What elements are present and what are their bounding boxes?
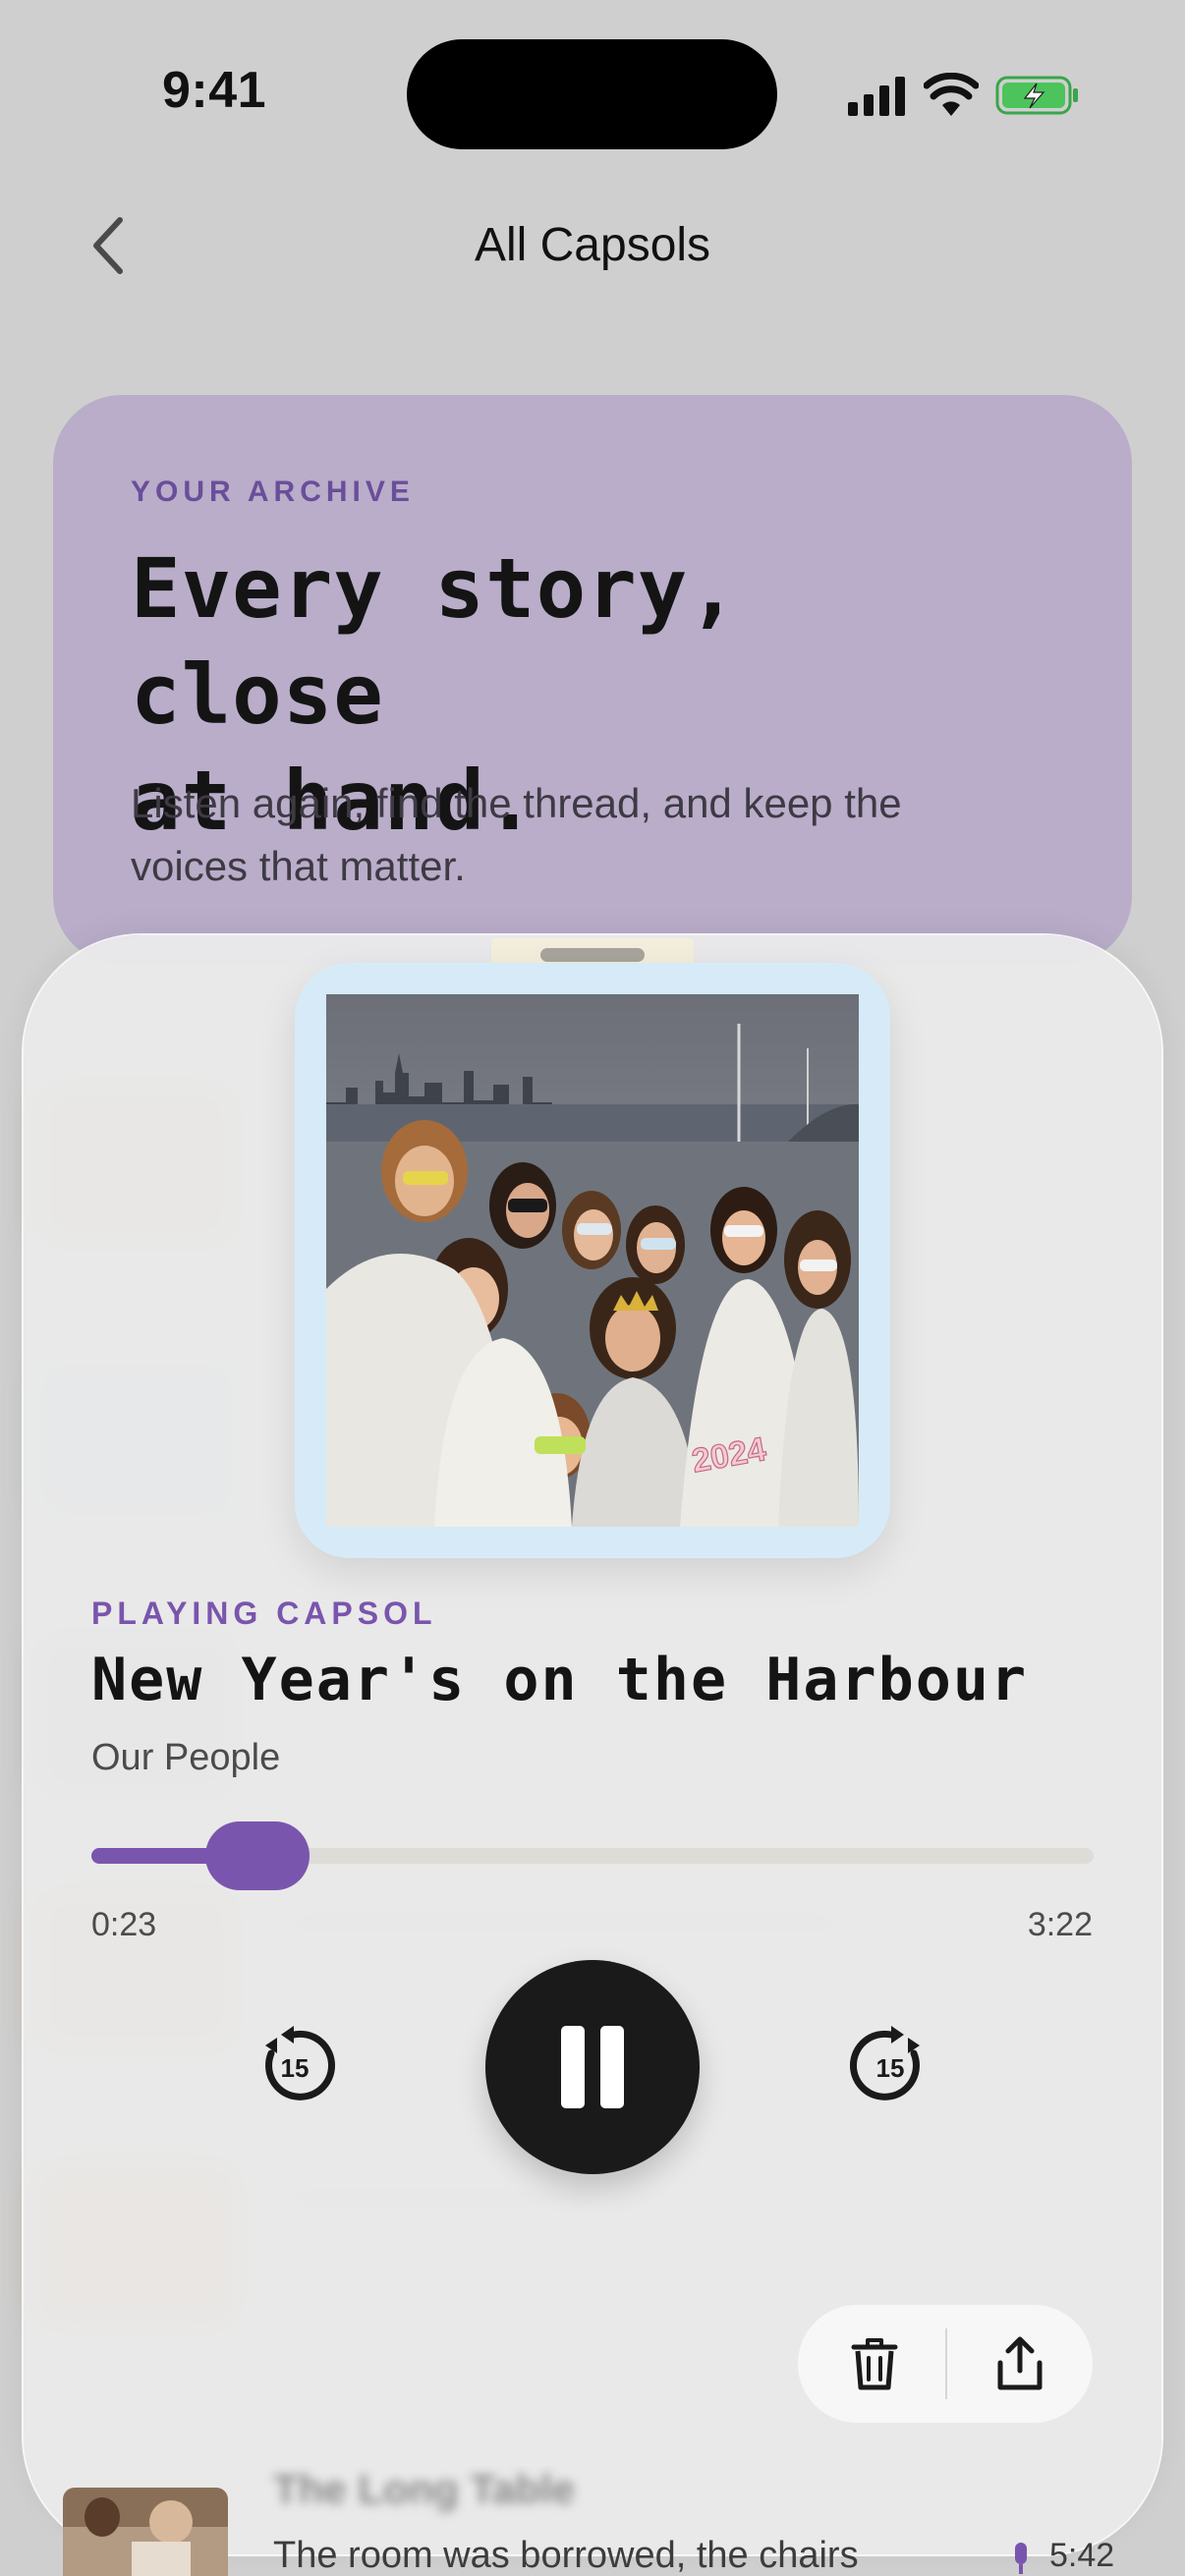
action-divider — [945, 2328, 947, 2399]
mic-icon — [1015, 2543, 1027, 2574]
sheet-grabber[interactable] — [540, 948, 645, 962]
share-button[interactable] — [979, 2323, 1061, 2405]
time-total: 3:22 — [1027, 1906, 1093, 1943]
list-item-duration: 5:42 — [1049, 2537, 1115, 2574]
rewind-15-label: 15 — [281, 2053, 310, 2083]
archive-eyebrow: YOUR ARCHIVE — [131, 476, 415, 508]
list-item-title: The Long Table — [273, 2466, 576, 2512]
capsol-photo: 2024 — [326, 994, 859, 1527]
pause-icon — [561, 2026, 585, 2108]
archive-description: Listen again, find the thread, and keep … — [131, 772, 1054, 898]
capsol-actions — [798, 2305, 1093, 2423]
forward-15-label: 15 — [876, 2053, 905, 2083]
wifi-icon — [924, 73, 979, 116]
list-item-thumbnail — [63, 2488, 228, 2576]
share-icon — [997, 2336, 1043, 2390]
page-title: All Capsols — [474, 219, 711, 271]
archive-headline-line-1: Every story, close — [131, 540, 739, 743]
forward-15-button[interactable]: 15 — [849, 2024, 933, 2108]
list-item-snippet: The room was borrowed, the chairs — [273, 2535, 859, 2576]
status-time: 9:41 — [162, 62, 267, 119]
list-item-peek[interactable]: The Long Table The room was borrowed, th… — [0, 2466, 1185, 2576]
track-subtitle: Our People — [91, 1737, 281, 1778]
progress-slider-thumb[interactable] — [205, 1821, 310, 1890]
playing-eyebrow: PLAYING CAPSOL — [91, 1596, 437, 1631]
pause-icon-bar — [600, 2026, 624, 2108]
pause-button[interactable] — [485, 1960, 700, 2174]
battery-charging-icon — [995, 76, 1078, 115]
archive-description-line-2: voices that matter. — [131, 843, 466, 889]
delete-button[interactable] — [833, 2323, 916, 2405]
track-title: New Year's on the Harbour — [91, 1646, 1029, 1714]
rewind-15-button[interactable]: 15 — [252, 2024, 336, 2108]
signal-icon — [848, 77, 905, 116]
archive-description-line-1: Listen again, find the thread, and keep … — [131, 780, 902, 826]
trash-icon — [851, 2338, 898, 2390]
time-elapsed: 0:23 — [91, 1906, 157, 1943]
dynamic-island — [407, 39, 777, 149]
rewind-15-icon: 15 — [265, 2026, 335, 2100]
forward-15-icon: 15 — [850, 2026, 920, 2100]
